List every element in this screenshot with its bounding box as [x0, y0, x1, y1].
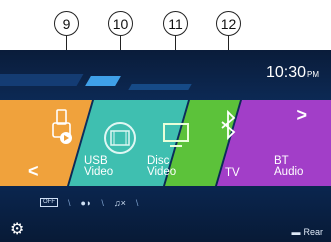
- source-tiles: [0, 100, 331, 186]
- tile-label-line: Video: [84, 166, 114, 178]
- callout-12: 12: [216, 11, 241, 36]
- tile-label-line: TV: [225, 167, 240, 179]
- tile-label-bt: BT Audio: [274, 155, 304, 178]
- callout-11: 11: [163, 11, 188, 36]
- tile-label-tv: TV: [225, 167, 240, 179]
- car-icon: ▬: [291, 227, 301, 237]
- screen-off-button[interactable]: OFF: [40, 198, 58, 207]
- shortcut-bar: OFF \ ●◗ \ ♫× \: [40, 196, 290, 209]
- tile-label-line: Video: [147, 166, 177, 178]
- tile-label-line: Audio: [274, 166, 304, 178]
- head-unit-screen: 10:30PM USB Video Disc Video TV BT Audio…: [0, 50, 331, 242]
- audio-clear-icon[interactable]: ♫×: [114, 198, 126, 208]
- callout-9: 9: [54, 11, 79, 36]
- separator: \: [101, 197, 104, 208]
- next-page-arrow[interactable]: >: [296, 105, 307, 126]
- gear-icon[interactable]: ⚙: [10, 219, 24, 239]
- bottom-bar: ⚙ ▬ Rear: [0, 220, 331, 242]
- separator: \: [135, 197, 139, 208]
- callout-10: 10: [108, 11, 133, 36]
- tile-label-disc: Disc Video: [147, 155, 177, 178]
- tile-label-usb: USB Video: [84, 155, 114, 178]
- separator: \: [68, 197, 71, 208]
- prev-page-arrow[interactable]: <: [28, 161, 39, 182]
- brightness-icon[interactable]: ●◗: [81, 198, 92, 208]
- rear-label: Rear: [303, 227, 323, 237]
- rear-camera-button[interactable]: ▬ Rear: [291, 227, 323, 237]
